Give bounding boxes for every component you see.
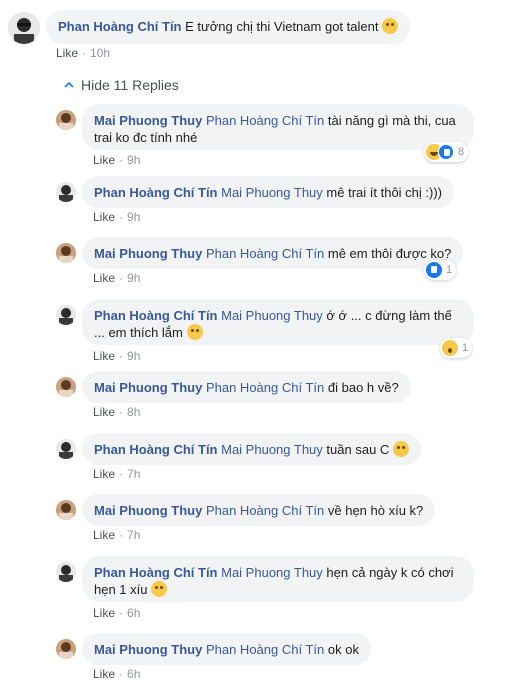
reply-text: hẹn 1 xíu — [94, 582, 148, 597]
timestamp[interactable]: 9h — [127, 349, 140, 363]
like-link[interactable]: Like — [93, 405, 115, 419]
timestamp[interactable]: 6h — [127, 606, 140, 620]
reply-text: hẹn cả ngày k có chơi — [326, 565, 454, 580]
wow-icon — [442, 340, 458, 356]
emoji-icon — [186, 324, 203, 340]
emoji-icon — [382, 18, 399, 34]
mention-link[interactable]: Mai Phuong Thuy — [221, 185, 323, 200]
like-icon — [438, 144, 454, 160]
reply-author[interactable]: Mai Phuong Thuy — [94, 113, 202, 128]
like-link[interactable]: Like — [93, 153, 115, 167]
timestamp[interactable]: 7h — [127, 467, 140, 481]
avatar[interactable] — [56, 182, 76, 202]
reply-meta: Like · 7h — [93, 528, 141, 542]
comment-meta: Like · 10h — [56, 46, 111, 60]
reply-author[interactable]: Mai Phuong Thuy — [94, 642, 202, 657]
reply-text: ớ ớ ... c đừng làm thế — [326, 308, 452, 323]
reply-meta: Like · 6h — [93, 667, 141, 681]
reply-author[interactable]: Phan Hoàng Chí Tín — [94, 565, 218, 580]
reply-bubble: Mai Phuong Thuy Phan Hoàng Chí Tín về hẹ… — [82, 494, 436, 526]
reply-bubble: Phan Hoàng Chí Tín Mai Phuong Thuy hẹn c… — [82, 556, 474, 602]
comment-author[interactable]: Phan Hoàng Chí Tín — [58, 19, 182, 34]
chevron-up-icon — [64, 81, 74, 88]
reply-meta: Like · 7h — [93, 467, 141, 481]
reply-bubble: Phan Hoàng Chí Tín Mai Phuong Thuy mê tr… — [82, 176, 454, 208]
reply-author[interactable]: Phan Hoàng Chí Tín — [94, 442, 218, 457]
reply-text: ... em thích lắm — [94, 325, 183, 340]
comment-bubble: Phan Hoàng Chí Tín E tưởng chị thi Vietn… — [46, 10, 411, 44]
avatar[interactable] — [56, 562, 76, 582]
reply-bubble: Phan Hoàng Chí Tín Mai Phuong Thuy tuần … — [82, 433, 421, 465]
reply-bubble: Mai Phuong Thuy Phan Hoàng Chí Tín mê em… — [82, 237, 464, 269]
reply-bubble: Phan Hoàng Chí Tín Mai Phuong Thuy ớ ớ .… — [82, 299, 474, 345]
reply-text: mê trai ít thôi chị :))) — [326, 185, 442, 200]
mention-link[interactable]: Mai Phuong Thuy — [221, 308, 323, 323]
reply-meta: Like · 9h — [93, 349, 141, 363]
reaction-summary[interactable]: 1 — [440, 338, 473, 358]
like-link[interactable]: Like — [93, 528, 115, 542]
reply-author[interactable]: Mai Phuong Thuy — [94, 380, 202, 395]
reply-text: đi bao h về? — [327, 380, 399, 395]
reply-author[interactable]: Mai Phuong Thuy — [94, 246, 202, 261]
reply-meta: Like · 6h — [93, 606, 141, 620]
reply-bubble: Mai Phuong Thuy Phan Hoàng Chí Tín tài n… — [82, 104, 474, 150]
mention-link[interactable]: Phan Hoàng Chí Tín — [206, 113, 324, 128]
reaction-count: 1 — [446, 264, 453, 276]
reply-text: về hẹn hò xíu k? — [327, 503, 424, 518]
avatar[interactable] — [56, 305, 76, 325]
reply-text: mê em thôi được ko? — [327, 246, 452, 261]
reaction-summary[interactable]: 1 — [424, 260, 457, 280]
mention-link[interactable]: Phan Hoàng Chí Tín — [206, 380, 324, 395]
mention-link[interactable]: Phan Hoàng Chí Tín — [206, 246, 324, 261]
reply-author[interactable]: Mai Phuong Thuy — [94, 503, 202, 518]
avatar[interactable] — [8, 12, 40, 44]
avatar[interactable] — [56, 243, 76, 263]
like-link[interactable]: Like — [93, 667, 115, 681]
reaction-count: 1 — [462, 342, 469, 354]
timestamp[interactable]: 9h — [127, 153, 140, 167]
reply-meta: Like · 9h — [93, 153, 141, 167]
avatar[interactable] — [56, 110, 76, 130]
mention-link[interactable]: Phan Hoàng Chí Tín — [206, 503, 324, 518]
reply-text: tuần sau C — [326, 442, 390, 457]
reply-bubble: Mai Phuong Thuy Phan Hoàng Chí Tín đi ba… — [82, 371, 411, 403]
emoji-icon — [151, 581, 168, 597]
reply-text: trai ko đc tính nhé — [94, 130, 198, 145]
reply-bubble: Mai Phuong Thuy Phan Hoàng Chí Tín ok ok — [82, 633, 371, 665]
hide-replies-link[interactable]: Hide 11 Replies — [64, 77, 179, 93]
timestamp[interactable]: 10h — [90, 46, 110, 60]
reply-author[interactable]: Phan Hoàng Chí Tín — [94, 185, 218, 200]
like-link[interactable]: Like — [56, 46, 78, 60]
like-link[interactable]: Like — [93, 467, 115, 481]
timestamp[interactable]: 9h — [127, 271, 140, 285]
reply-author[interactable]: Phan Hoàng Chí Tín — [94, 308, 218, 323]
reply-meta: Like · 9h — [93, 271, 141, 285]
timestamp[interactable]: 9h — [127, 210, 140, 224]
reply-meta: Like · 8h — [93, 405, 141, 419]
like-link[interactable]: Like — [93, 606, 115, 620]
emoji-icon — [392, 441, 409, 457]
avatar[interactable] — [56, 377, 76, 397]
mention-link[interactable]: Mai Phuong Thuy — [221, 442, 323, 457]
like-icon — [426, 262, 442, 278]
timestamp[interactable]: 6h — [127, 667, 140, 681]
timestamp[interactable]: 7h — [127, 528, 140, 542]
reaction-count: 8 — [458, 146, 465, 158]
like-link[interactable]: Like — [93, 349, 115, 363]
reaction-summary[interactable]: 8 — [424, 142, 469, 162]
avatar[interactable] — [56, 500, 76, 520]
like-link[interactable]: Like — [93, 210, 115, 224]
reply-text: tài năng gì mà thi, cua — [327, 113, 456, 128]
comment-text: E tưởng chị thi Vietnam got talent — [185, 19, 379, 34]
avatar[interactable] — [56, 439, 76, 459]
avatar[interactable] — [56, 639, 76, 659]
like-link[interactable]: Like — [93, 271, 115, 285]
mention-link[interactable]: Phan Hoàng Chí Tín — [206, 642, 324, 657]
mention-link[interactable]: Mai Phuong Thuy — [221, 565, 323, 580]
reply-meta: Like · 9h — [93, 210, 141, 224]
reply-text: ok ok — [327, 642, 359, 657]
timestamp[interactable]: 8h — [127, 405, 140, 419]
hide-replies-label: Hide 11 Replies — [81, 77, 179, 93]
